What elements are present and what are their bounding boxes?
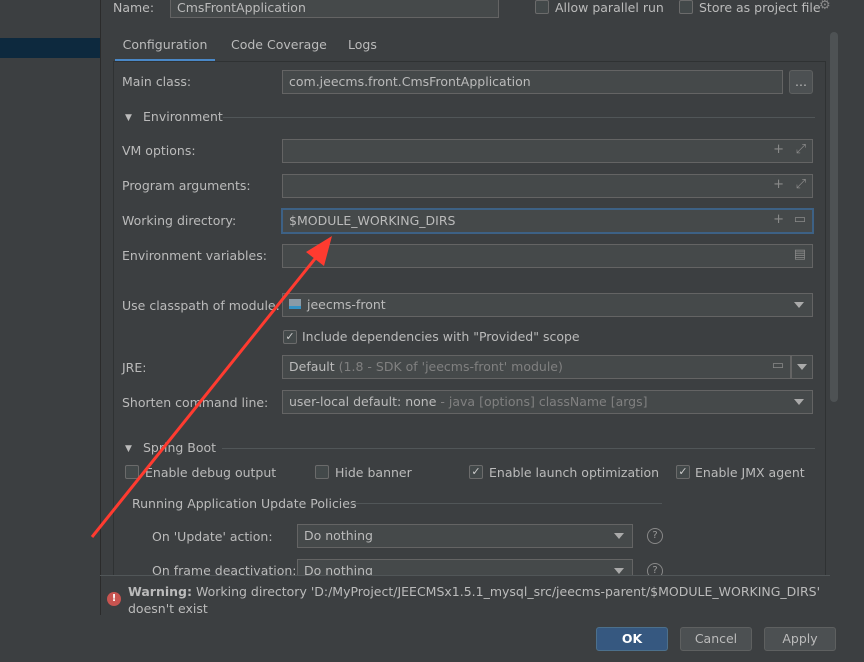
red-arrow-annotation <box>90 236 332 538</box>
